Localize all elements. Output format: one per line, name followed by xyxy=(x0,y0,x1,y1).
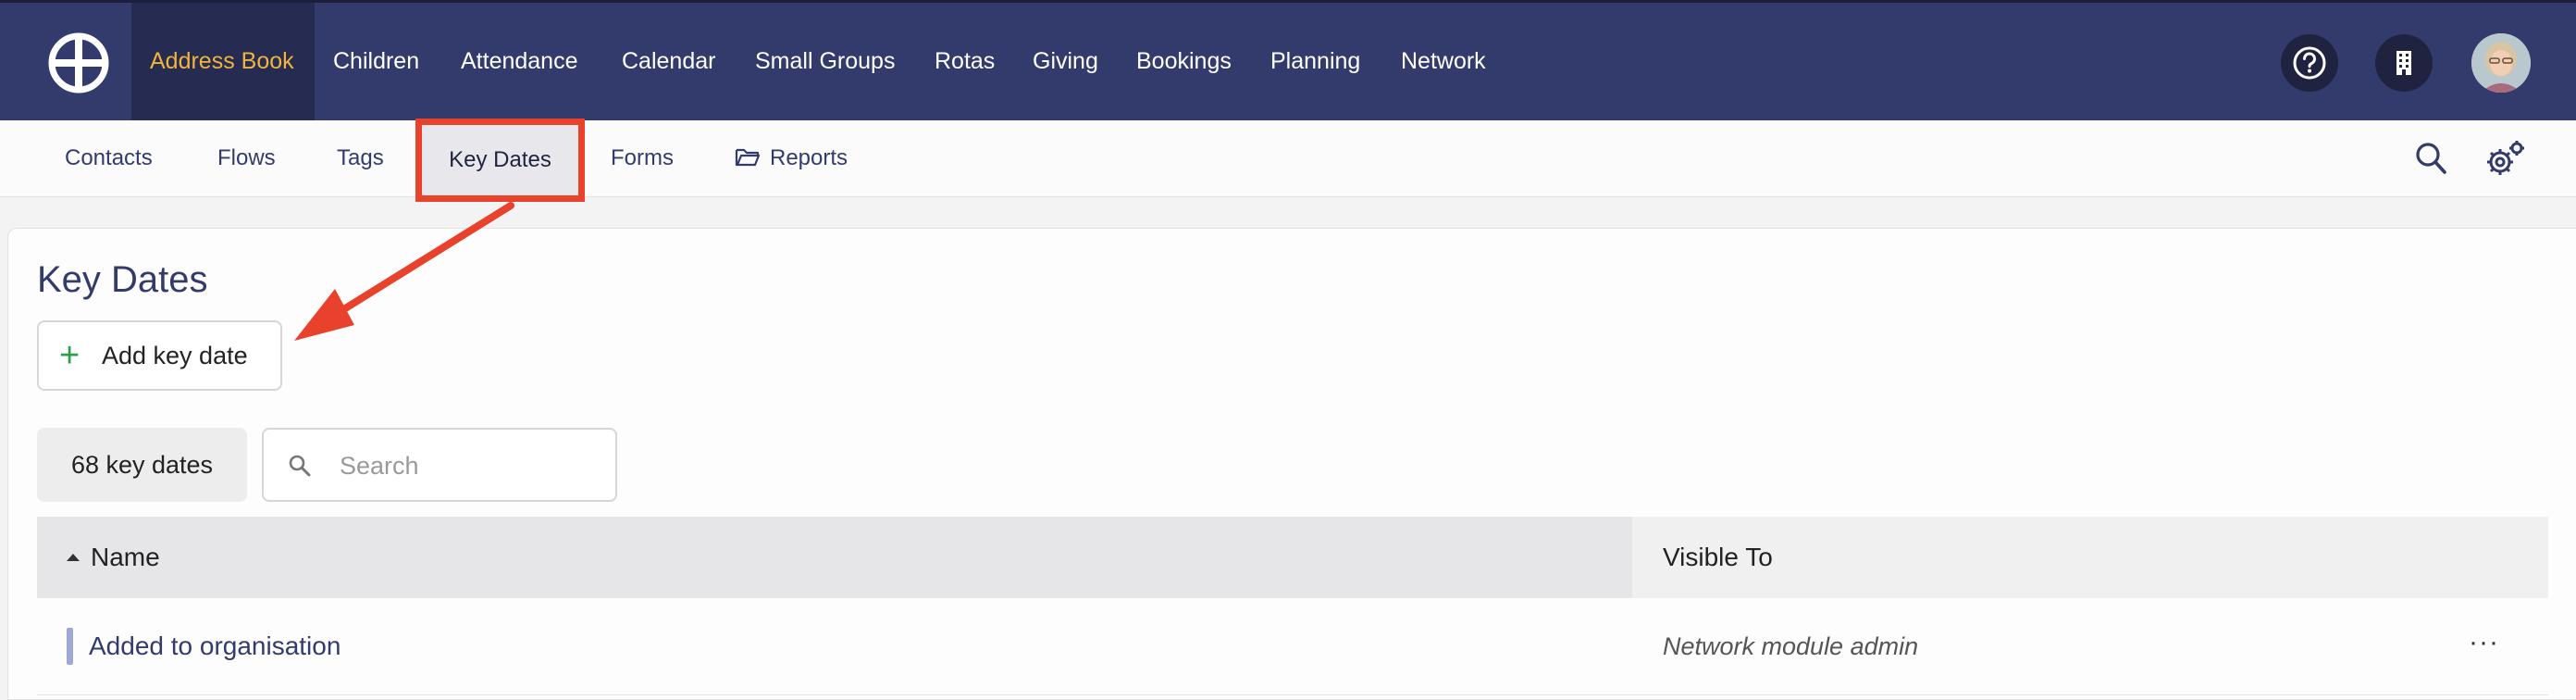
building-icon xyxy=(2396,51,2411,75)
page-title: Key Dates xyxy=(37,259,208,300)
nav-children[interactable]: Children xyxy=(333,3,419,120)
row-visible-to: Network module admin xyxy=(1663,632,1919,660)
settings-gear-icon[interactable] xyxy=(2485,139,2526,178)
folder-icon xyxy=(735,148,761,166)
nav-network[interactable]: Network xyxy=(1401,3,1486,120)
row-actions-menu-icon[interactable]: ··· xyxy=(2469,598,2499,687)
user-avatar[interactable] xyxy=(2471,33,2531,93)
nav-rotas[interactable]: Rotas xyxy=(935,3,995,120)
table-header: Name Visible To xyxy=(37,517,2548,598)
table-row[interactable]: Added to organisation Network module adm… xyxy=(37,598,2548,695)
search-field[interactable] xyxy=(262,428,617,502)
nav-attendance[interactable]: Attendance xyxy=(461,3,578,120)
sub-navigation-bar: Contacts Flows Tags Forms Reports xyxy=(0,120,2576,197)
sort-ascending-icon xyxy=(67,554,80,561)
subnav-tags[interactable]: Tags xyxy=(337,120,384,196)
search-icon xyxy=(289,455,311,477)
row-name-link[interactable]: Added to organisation xyxy=(89,598,341,694)
help-icon xyxy=(2293,46,2326,80)
search-input[interactable] xyxy=(338,441,601,491)
organisation-button[interactable] xyxy=(2375,34,2433,92)
subnav-key-dates-label: Key Dates xyxy=(449,147,551,172)
subnav-flows[interactable]: Flows xyxy=(217,120,276,196)
top-navigation-bar: Address Book Children Attendance Calenda… xyxy=(0,0,2576,123)
nav-bookings[interactable]: Bookings xyxy=(1136,3,1232,120)
subnav-key-dates[interactable]: Key Dates xyxy=(415,119,585,202)
subnav-forms[interactable]: Forms xyxy=(611,120,674,196)
column-header-name-label: Name xyxy=(91,543,160,571)
subnav-contacts[interactable]: Contacts xyxy=(65,120,153,196)
column-header-name[interactable]: Name xyxy=(37,517,1632,598)
nav-giving[interactable]: Giving xyxy=(1033,3,1098,120)
nav-address-book[interactable]: Address Book xyxy=(150,3,294,120)
app-logo-icon[interactable] xyxy=(48,32,109,94)
search-icon[interactable] xyxy=(2414,141,2447,176)
row-color-indicator xyxy=(67,628,73,665)
add-key-date-label: Add key date xyxy=(102,342,248,369)
nav-planning[interactable]: Planning xyxy=(1270,3,1360,120)
nav-calendar[interactable]: Calendar xyxy=(622,3,715,120)
plus-icon: + xyxy=(59,336,80,375)
add-key-date-button[interactable]: + Add key date xyxy=(37,320,282,391)
column-header-visible-to[interactable]: Visible To xyxy=(1663,517,1773,598)
avatar-image xyxy=(2471,33,2531,93)
nav-small-groups[interactable]: Small Groups xyxy=(755,3,895,120)
subnav-reports[interactable]: Reports xyxy=(735,120,848,196)
key-dates-count: 68 key dates xyxy=(37,428,247,502)
help-button[interactable] xyxy=(2281,34,2338,92)
subnav-reports-label: Reports xyxy=(770,145,848,170)
